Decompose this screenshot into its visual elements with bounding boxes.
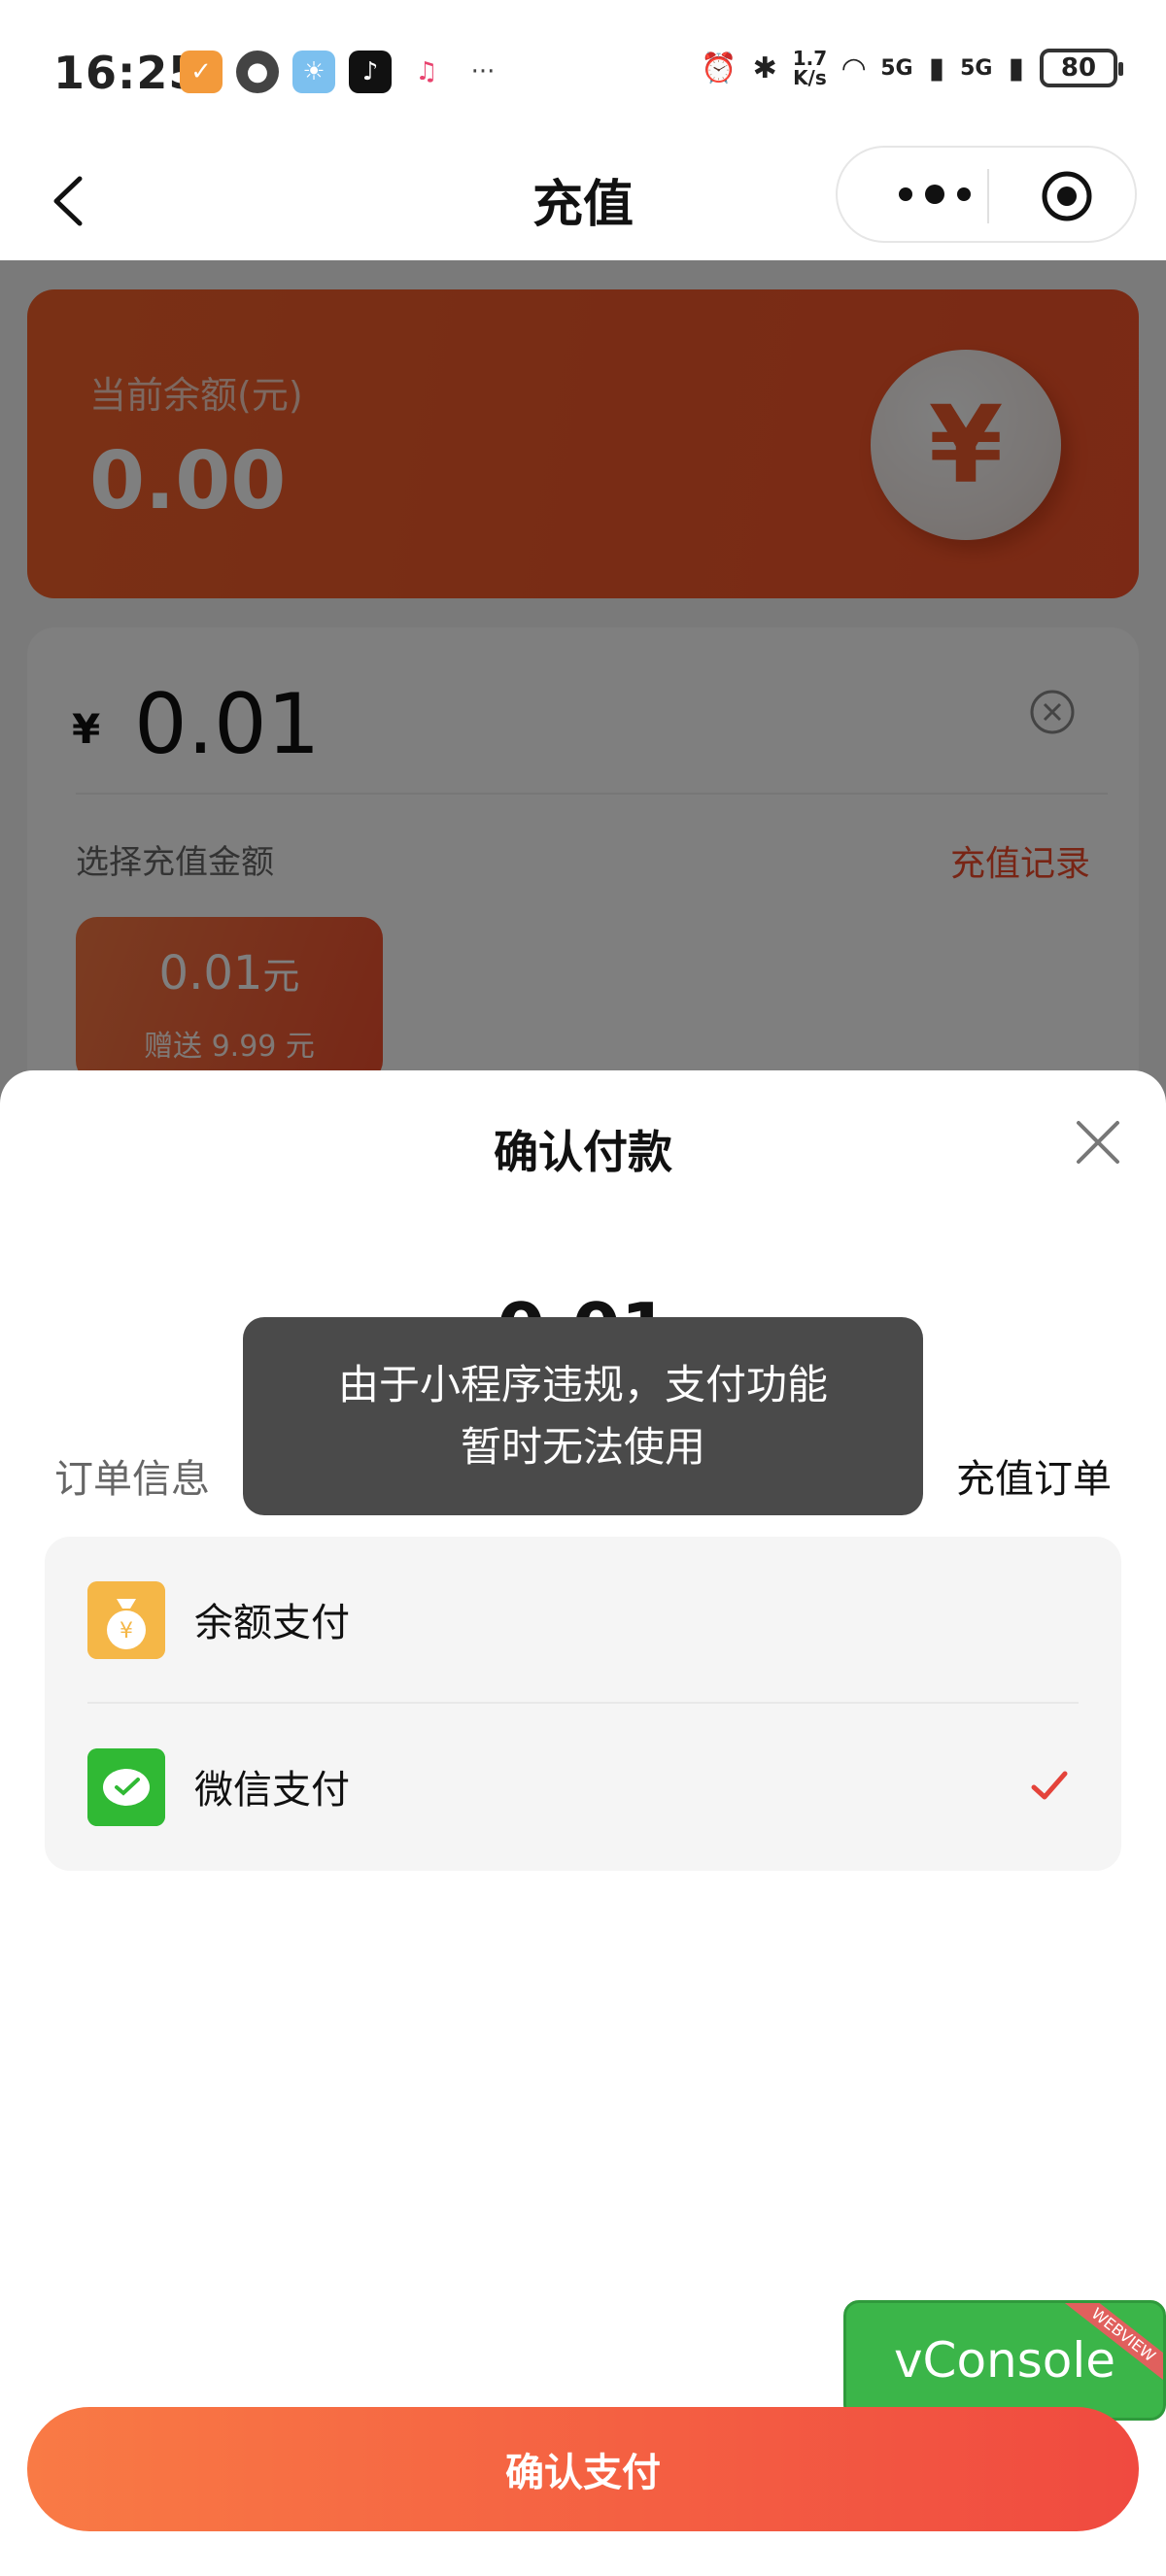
signal-5g-1: 5G xyxy=(880,55,913,81)
wechat-pay-icon xyxy=(87,1748,165,1826)
wifi-icon: ◠ xyxy=(842,51,866,85)
more-options-icon[interactable] xyxy=(886,175,983,214)
payment-method-balance[interactable]: ¥ 余额支付 xyxy=(45,1537,1121,1704)
system-status-icons: ⏰ ✱ 1.7 K/s ◠ 5G ▮ 5G ▮ 80 xyxy=(701,49,1123,87)
bluetooth-icon: ✱ xyxy=(752,51,777,85)
music-icon: ♫ xyxy=(415,57,438,86)
svg-text:¥: ¥ xyxy=(120,1619,133,1644)
network-speed-unit: K/s xyxy=(793,66,827,89)
sheet-title: 确认付款 xyxy=(494,1126,672,1178)
notification-icons: ✓ ● ☀ ♪ ♫ ··· xyxy=(180,51,504,93)
money-bag-icon: ¥ xyxy=(87,1581,165,1659)
toast-line-1: 由于小程序违规，支付功能 xyxy=(337,1361,828,1408)
order-info-value: 充值订单 xyxy=(956,1457,1112,1502)
check-icon xyxy=(1031,1771,1068,1800)
network-speed-value: 1.7 xyxy=(792,47,828,70)
capsule-divider xyxy=(987,169,989,223)
status-bar: 16:25 ✓ ● ☀ ♪ ♫ ··· ⏰ ✱ 1.7 K/s ◠ 5G ▮ 5… xyxy=(0,0,1166,146)
navigation-bar: 充值 xyxy=(0,146,1166,260)
method-label-balance: 余额支付 xyxy=(194,1601,350,1645)
method-label-wechat: 微信支付 xyxy=(194,1768,350,1813)
signal-bars-icon: ▮ xyxy=(928,51,945,85)
shield-app-icon: ✓ xyxy=(180,51,223,93)
chat-bubble-icon: ● xyxy=(236,51,279,93)
tiktok-icon: ♪ xyxy=(349,51,392,93)
network-speed: 1.7 K/s xyxy=(793,49,827,87)
signal-5g-2: 5G xyxy=(960,55,993,81)
alarm-icon: ⏰ xyxy=(701,51,737,85)
vconsole-label: vConsole xyxy=(893,2332,1116,2389)
payment-method-wechat[interactable]: 微信支付 xyxy=(45,1704,1121,1869)
status-time: 16:25 xyxy=(53,47,201,99)
signal-bars-icon-2: ▮ xyxy=(1008,51,1024,85)
close-miniprogram-icon[interactable] xyxy=(1040,169,1094,223)
confirm-pay-button[interactable]: 确认支付 xyxy=(27,2407,1139,2531)
error-toast: 由于小程序违规，支付功能 暂时无法使用 xyxy=(243,1317,923,1515)
battery-indicator: 80 xyxy=(1040,49,1123,87)
more-notifications-icon: ··· xyxy=(470,57,496,86)
order-info-label: 订单信息 xyxy=(54,1457,210,1502)
toast-line-2: 暂时无法使用 xyxy=(460,1423,705,1471)
close-icon[interactable] xyxy=(1073,1117,1123,1168)
miniprogram-capsule xyxy=(836,146,1137,243)
payment-methods: ¥ 余额支付 微信支付 xyxy=(45,1537,1121,1871)
weather-icon: ☀ xyxy=(292,51,335,93)
vconsole-button[interactable]: vConsole WEBVIEW xyxy=(843,2300,1166,2421)
